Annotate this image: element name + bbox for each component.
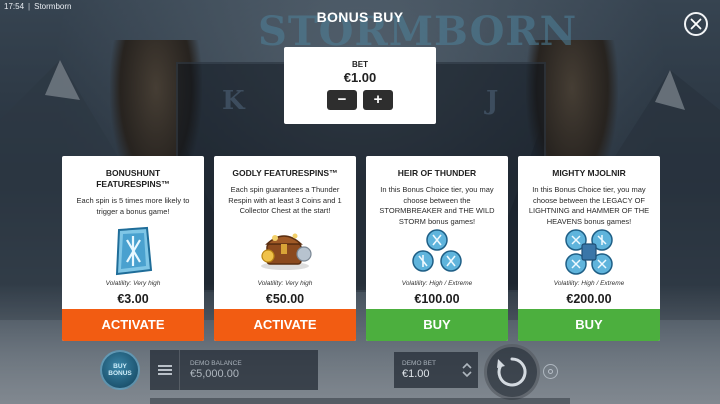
hamburger-menu-icon bbox=[157, 365, 172, 375]
treasure-chest-icon bbox=[261, 233, 312, 270]
chevron-up-icon[interactable] bbox=[462, 362, 472, 369]
chevron-down-icon[interactable] bbox=[462, 371, 472, 378]
activate-button[interactable]: ACTIVATE bbox=[62, 309, 204, 341]
card-title: BONUSHUNT FEATURESPINS™ bbox=[96, 168, 170, 189]
autoplay-button[interactable] bbox=[543, 364, 558, 379]
bonus-card-bonushunt: BONUSHUNT FEATURESPINS™ Each spin is 5 t… bbox=[62, 156, 204, 341]
card-description: In this Bonus Choice tier, you may choos… bbox=[528, 185, 650, 226]
rune-x-icon bbox=[115, 226, 153, 276]
card-description: In this Bonus Choice tier, you may choos… bbox=[379, 185, 495, 226]
buy-button[interactable]: BUY bbox=[366, 309, 508, 341]
demo-bet-label: DEMO BET bbox=[402, 360, 436, 367]
bonus-card-godly: GODLY FEATURESPINS™ Each spin guarantees… bbox=[214, 156, 356, 341]
card-price: €200.00 bbox=[566, 292, 612, 306]
decrease-bet-button[interactable]: − bbox=[327, 90, 357, 110]
card-title: GODLY FEATURESPINS™ bbox=[232, 168, 338, 178]
demo-bet-panel: DEMO BET €1.00 bbox=[394, 352, 478, 388]
buy-bonus-button[interactable]: BUY BONUS bbox=[100, 350, 140, 390]
card-description: Each spin guarantees a Thunder Respin wi… bbox=[228, 185, 342, 215]
modal-title: BONUS BUY bbox=[316, 9, 404, 25]
spin-arrows-icon bbox=[497, 357, 527, 387]
card-price: €3.00 bbox=[117, 292, 149, 306]
card-description: Each spin is 5 times more likely to trig… bbox=[76, 196, 190, 216]
menu-button[interactable] bbox=[150, 350, 180, 390]
card-volatility: Volatility: Very high bbox=[105, 280, 161, 287]
card-title: HEIR OF THUNDER bbox=[397, 168, 477, 178]
balance-label: DEMO BALANCE bbox=[190, 360, 242, 367]
demo-bet-value: €1.00 bbox=[402, 368, 430, 380]
bet-controls: − + bbox=[284, 90, 436, 110]
card-price: €100.00 bbox=[414, 292, 460, 306]
card-title: MIGHTY MJOLNIR bbox=[552, 168, 626, 178]
balance-value: €5,000.00 bbox=[190, 368, 239, 380]
bet-value: €1.00 bbox=[343, 70, 377, 85]
bet-panel: BET €1.00 − + bbox=[284, 47, 436, 124]
autoplay-icon bbox=[548, 369, 553, 374]
increase-bet-button[interactable]: + bbox=[363, 90, 393, 110]
rune-quad-icon bbox=[565, 229, 613, 275]
buy-bonus-label: BUY BONUS bbox=[108, 363, 132, 377]
card-price: €50.00 bbox=[265, 292, 305, 306]
buy-button[interactable]: BUY bbox=[518, 309, 660, 341]
bonus-card-mighty-mjolnir: MIGHTY MJOLNIR In this Bonus Choice tier… bbox=[518, 156, 660, 341]
card-volatility: Volatility: High / Extreme bbox=[401, 280, 473, 287]
balance-panel: DEMO BALANCE €5,000.00 bbox=[150, 350, 318, 390]
rune-trio-icon bbox=[412, 229, 462, 272]
activate-button[interactable]: ACTIVATE bbox=[214, 309, 356, 341]
spin-button[interactable] bbox=[484, 344, 540, 400]
bonus-card-heir-of-thunder: HEIR OF THUNDER In this Bonus Choice tie… bbox=[366, 156, 508, 341]
card-volatility: Volatility: High / Extreme bbox=[553, 280, 625, 287]
close-button[interactable] bbox=[684, 12, 708, 36]
card-volatility: Volatility: Very high bbox=[257, 280, 313, 287]
bet-label: BET bbox=[352, 60, 368, 69]
bottom-shade bbox=[150, 398, 570, 404]
close-x-icon bbox=[690, 18, 702, 30]
